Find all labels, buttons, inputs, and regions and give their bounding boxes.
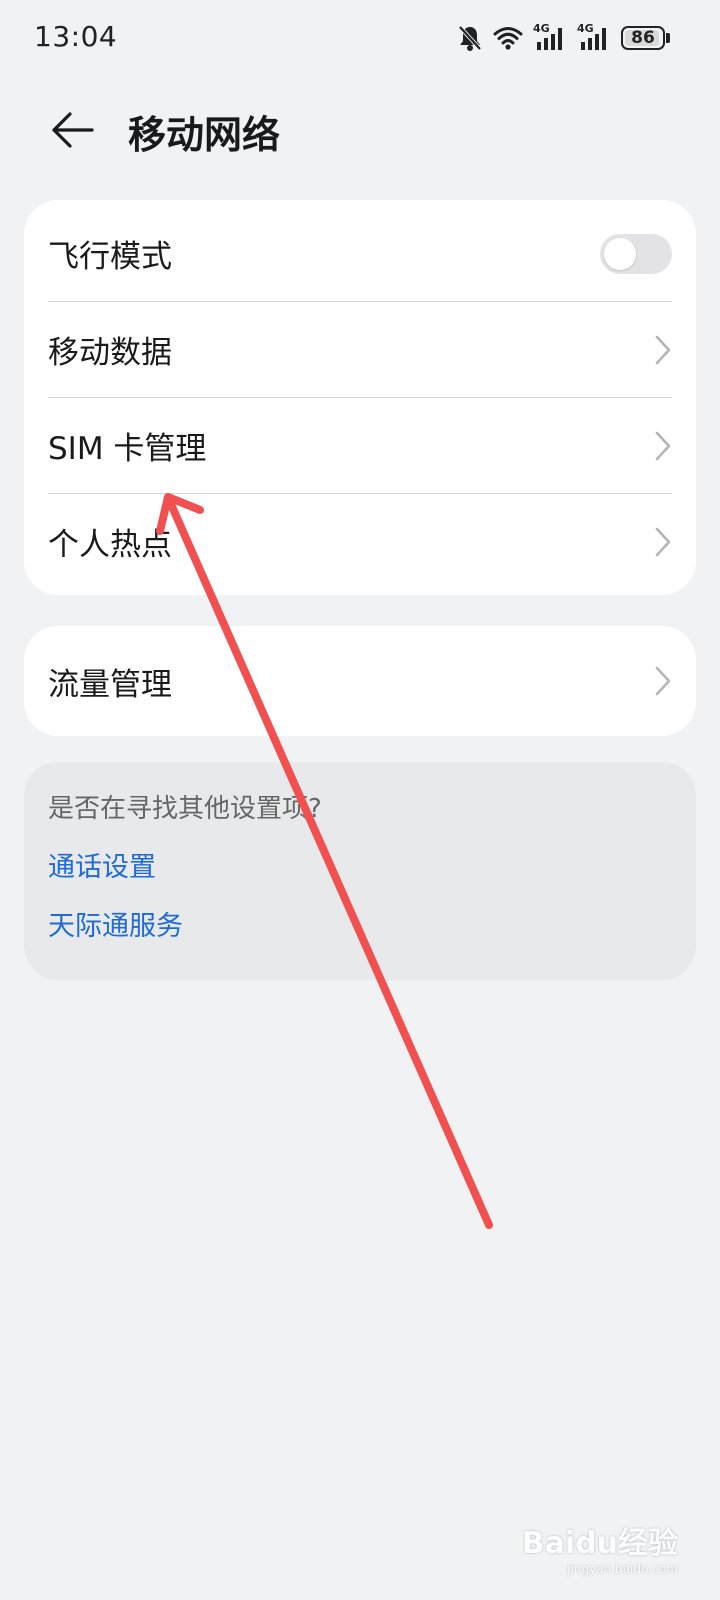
- chevron-right-icon: [655, 335, 671, 364]
- skytone-service-link[interactable]: 天际通服务: [48, 904, 672, 943]
- wifi-icon: [493, 25, 523, 51]
- airplane-mode-toggle[interactable]: [600, 233, 672, 274]
- bell-off-icon: [457, 24, 483, 52]
- toggle-knob: [604, 237, 636, 270]
- traffic-management-label: 流量管理: [48, 666, 172, 703]
- sim-card-management-row[interactable]: SIM 卡管理: [48, 397, 672, 493]
- battery-icon: 86: [621, 26, 670, 50]
- traffic-management-card: 流量管理: [24, 626, 696, 736]
- page-title: 移动网络: [128, 113, 281, 157]
- airplane-mode-row[interactable]: 飞行模式: [48, 206, 672, 301]
- battery-level: 86: [631, 28, 655, 48]
- watermark-url: jingyan.baidu.com: [567, 1562, 678, 1576]
- signal-4g-icon: 4G: [533, 22, 567, 52]
- mobile-data-label: 移动数据: [48, 335, 172, 371]
- header: 移动网络: [0, 90, 720, 170]
- status-time: 13:04: [34, 20, 118, 53]
- arrow-left-icon: [52, 112, 94, 148]
- status-bar: 13:04 4G 4G 86: [0, 0, 720, 78]
- status-icons: 4G 4G 86: [457, 22, 670, 54]
- back-button[interactable]: [44, 102, 100, 158]
- watermark: Baidu经验 jingyan.baidu.com: [522, 1518, 678, 1576]
- call-settings-link[interactable]: 通话设置: [48, 845, 672, 884]
- airplane-mode-label: 飞行模式: [48, 239, 172, 275]
- signal-4g-icon: 4G: [577, 22, 611, 52]
- traffic-management-row[interactable]: 流量管理: [48, 626, 672, 736]
- personal-hotspot-row[interactable]: 个人热点: [48, 493, 672, 589]
- sim-card-management-label: SIM 卡管理: [48, 431, 207, 467]
- suggestions-card: 是否在寻找其他设置项? 通话设置 天际通服务: [24, 762, 696, 980]
- chevron-right-icon: [655, 527, 671, 556]
- suggestions-title: 是否在寻找其他设置项?: [48, 794, 322, 824]
- mobile-data-row[interactable]: 移动数据: [48, 301, 672, 397]
- personal-hotspot-label: 个人热点: [48, 527, 172, 563]
- mobile-network-settings-card: 飞行模式 移动数据 SIM 卡管理 个人热点: [24, 200, 696, 595]
- chevron-right-icon: [655, 666, 671, 696]
- watermark-logo: Baidu经验: [521, 1526, 678, 1561]
- chevron-right-icon: [655, 431, 671, 460]
